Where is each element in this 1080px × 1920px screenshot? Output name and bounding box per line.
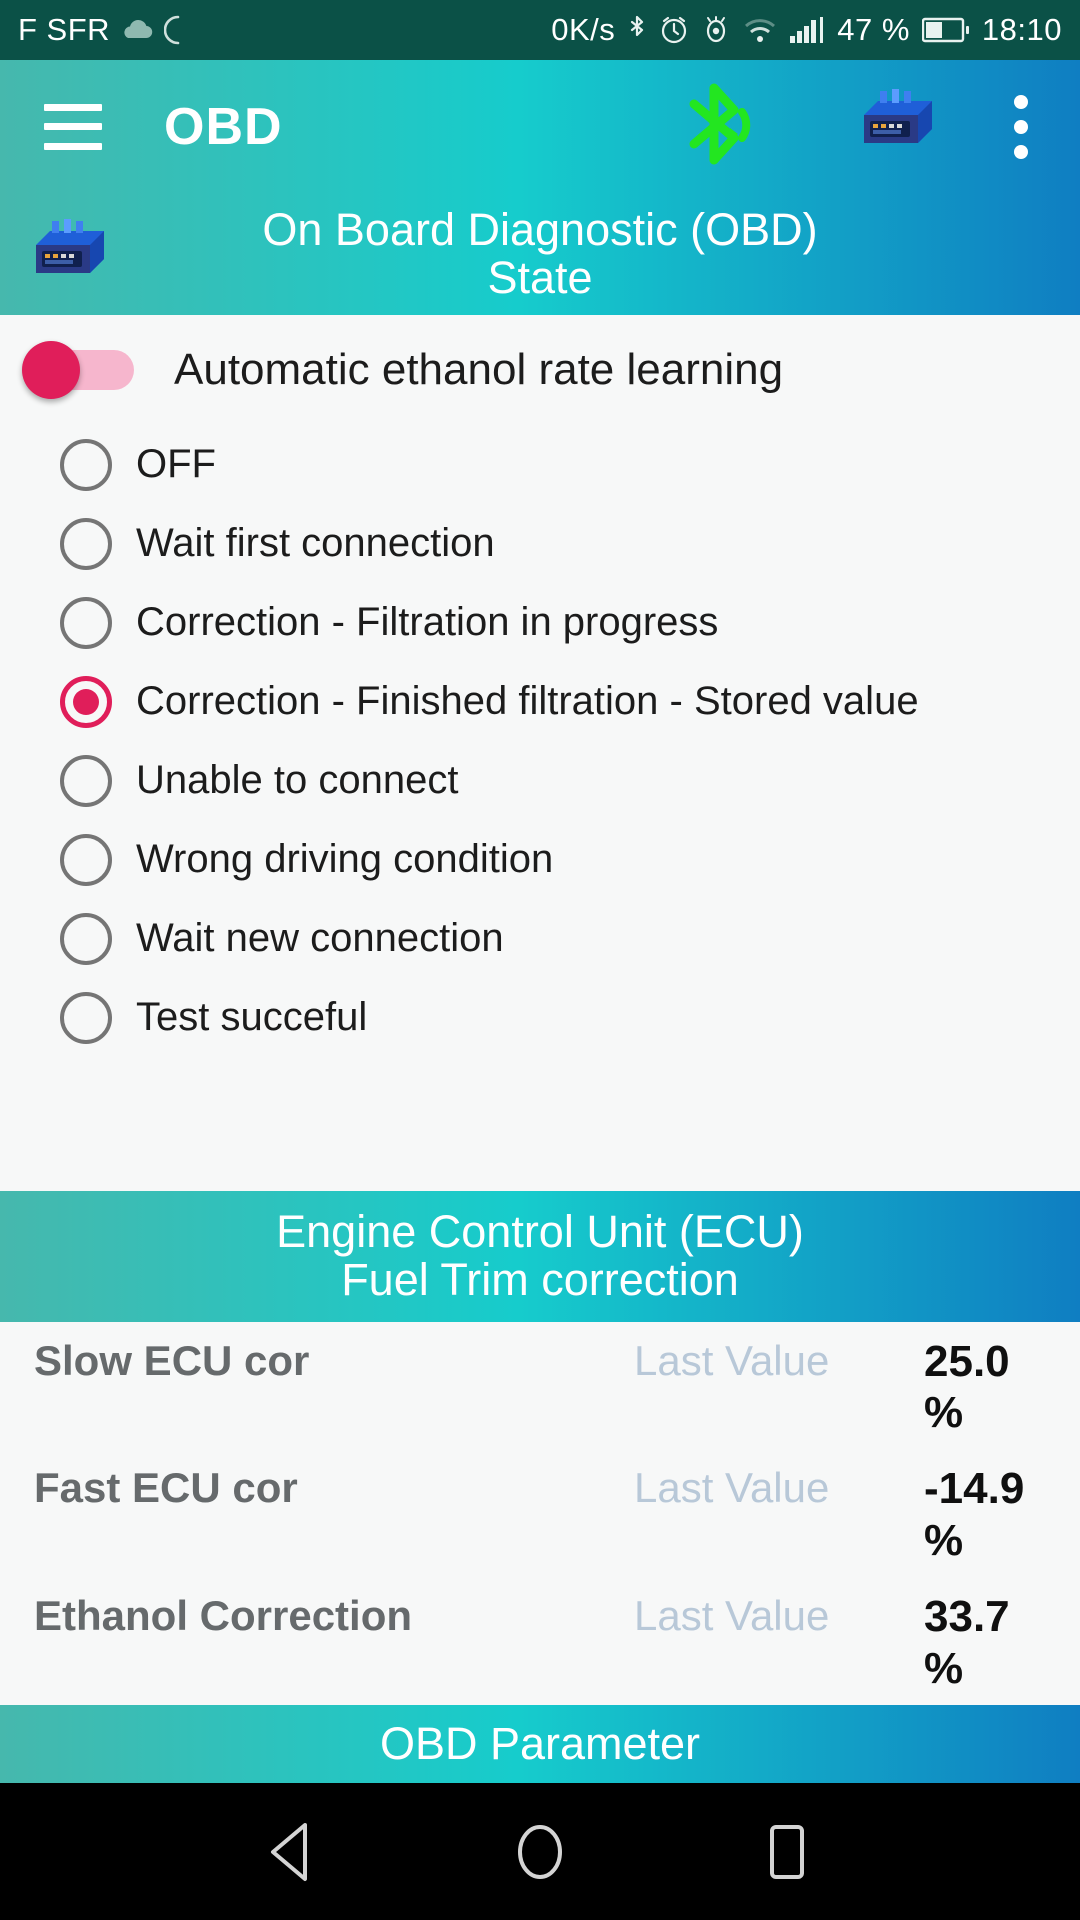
ecu-row-label: Last Value <box>634 1592 830 1640</box>
radio-icon[interactable] <box>60 912 112 965</box>
radio-option-test-succeful[interactable]: Test succeful <box>60 978 1080 1057</box>
radio-label: Wrong driving condition <box>136 837 554 881</box>
ecu-title-line1: Engine Control Unit (ECU) <box>276 1206 804 1258</box>
eye-icon <box>701 15 731 45</box>
wifi-icon <box>743 16 777 44</box>
obd-dongle-icon[interactable] <box>850 85 1014 168</box>
recents-square-icon[interactable] <box>752 1817 822 1887</box>
ecu-title-line2: Fuel Trim correction <box>341 1254 739 1306</box>
radio-label: Test succeful <box>136 995 368 1039</box>
battery-icon <box>921 16 970 44</box>
hamburger-menu-icon[interactable] <box>44 103 102 150</box>
obd-parameter-section-header[interactable]: OBD Parameter <box>0 1705 1080 1783</box>
bluetooth-connected-icon[interactable] <box>672 76 850 177</box>
radio-icon[interactable] <box>60 833 112 886</box>
obd-state-title-line1: On Board Diagnostic (OBD) <box>262 204 818 256</box>
ecu-row-name: Ethanol Correction <box>34 1592 413 1640</box>
ethanol-state-radio-group: OFF Wait first connection Correction - F… <box>0 419 1080 1057</box>
ecu-row-name: Slow ECU cor <box>34 1336 310 1384</box>
radio-icon-selected[interactable] <box>60 675 112 728</box>
back-triangle-icon[interactable] <box>258 1817 328 1887</box>
radio-icon[interactable] <box>60 438 112 491</box>
ecu-row-label: Last Value <box>634 1464 830 1512</box>
obd-dongle-icon <box>22 213 114 295</box>
phone-screen: F SFR 0K/s 47 % 18:10 OBD On Board Diagn… <box>0 0 1080 1920</box>
radio-icon[interactable] <box>60 991 112 1044</box>
obd-parameter-title: OBD Parameter <box>379 1718 701 1770</box>
status-bar: F SFR 0K/s 47 % 18:10 <box>0 0 1080 60</box>
radio-icon[interactable] <box>60 517 112 570</box>
ethanol-learning-label: Automatic ethanol rate learning <box>174 345 784 394</box>
sync-icon <box>164 15 192 45</box>
radio-label: Correction - Filtration in progress <box>136 600 719 644</box>
radio-option-correction-finished-filtration-stored-value[interactable]: Correction - Finished filtration - Store… <box>60 662 1080 741</box>
ecu-row-name: Fast ECU cor <box>34 1464 298 1512</box>
android-navigation-bar <box>0 1783 1080 1920</box>
radio-option-wait-new-connection[interactable]: Wait new connection <box>60 899 1080 978</box>
radio-option-unable-to-connect[interactable]: Unable to connect <box>60 741 1080 820</box>
radio-label: Wait new connection <box>136 916 504 960</box>
ecu-row-value: 25.0 % <box>924 1336 1010 1438</box>
radio-label: Unable to connect <box>136 758 459 802</box>
table-row[interactable]: Ethanol Correction Last Value 33.7 % <box>0 1577 1080 1705</box>
bluetooth-icon <box>627 14 647 46</box>
radio-label: Correction - Finished filtration - Store… <box>136 679 919 723</box>
data-rate-label: 0K/s <box>551 12 616 47</box>
ethanol-learning-toggle[interactable] <box>22 341 134 399</box>
ecu-section-title: Engine Control Unit (ECU) Fuel Trim corr… <box>0 1208 1080 1303</box>
radio-icon[interactable] <box>60 596 112 649</box>
content-area: Automatic ethanol rate learning OFF Wait… <box>0 315 1080 1191</box>
alarm-icon <box>659 15 689 45</box>
clock-label: 18:10 <box>981 12 1062 47</box>
carrier-label: F SFR <box>18 12 111 47</box>
table-row[interactable]: Slow ECU cor Last Value 25.0 % <box>0 1322 1080 1450</box>
status-bar-left: F SFR <box>18 12 192 48</box>
radio-option-off[interactable]: OFF <box>60 425 1080 504</box>
radio-option-wrong-driving-condition[interactable]: Wrong driving condition <box>60 820 1080 899</box>
ethanol-learning-switch-row[interactable]: Automatic ethanol rate learning <box>0 315 1080 419</box>
home-circle-icon[interactable] <box>505 1817 575 1887</box>
obd-state-section-title: On Board Diagnostic (OBD) State <box>0 206 1080 301</box>
cloud-icon <box>120 18 154 42</box>
radio-label: OFF <box>136 442 216 486</box>
radio-icon[interactable] <box>60 754 112 807</box>
ecu-section-header: Engine Control Unit (ECU) Fuel Trim corr… <box>0 1190 1080 1322</box>
battery-percent-label: 47 % <box>837 12 910 47</box>
overflow-menu-icon[interactable] <box>1014 94 1028 159</box>
radio-option-wait-first-connection[interactable]: Wait first connection <box>60 504 1080 583</box>
status-bar-right: 0K/s 47 % 18:10 <box>551 12 1062 48</box>
app-bar: OBD <box>0 60 1080 193</box>
ecu-row-label: Last Value <box>634 1336 830 1384</box>
obd-state-section-header: On Board Diagnostic (OBD) State <box>0 193 1080 315</box>
toggle-thumb <box>22 341 80 399</box>
signal-bars-icon <box>789 16 825 44</box>
ecu-value-table: Slow ECU cor Last Value 25.0 % Fast ECU … <box>0 1321 1080 1705</box>
obd-state-title-line2: State <box>487 252 593 303</box>
radio-label: Wait first connection <box>136 521 495 565</box>
ecu-row-value: -14.9 % <box>924 1464 1025 1566</box>
radio-option-correction-filtration-in-progress[interactable]: Correction - Filtration in progress <box>60 583 1080 662</box>
ecu-row-value: 33.7 % <box>924 1592 1010 1694</box>
table-row[interactable]: Fast ECU cor Last Value -14.9 % <box>0 1449 1080 1577</box>
page-title: OBD <box>164 97 283 156</box>
